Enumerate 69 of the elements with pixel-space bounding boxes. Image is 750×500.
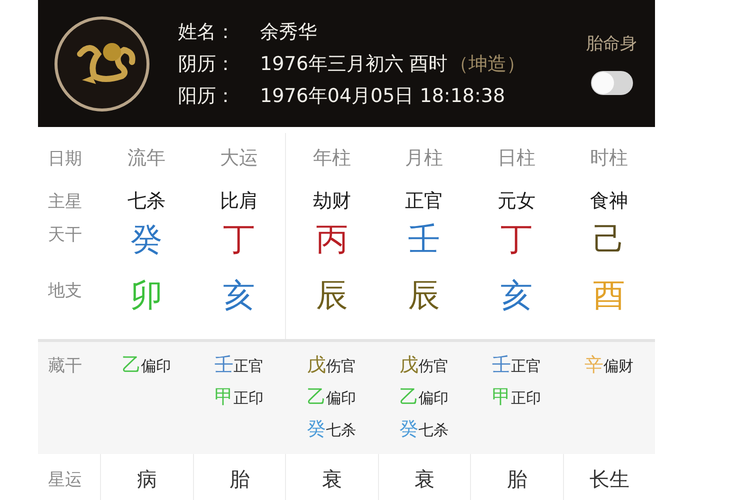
heavenly-stem: 丙: [316, 219, 348, 259]
heavenly-stem: 丁: [222, 219, 255, 259]
ten-god: 伤官: [326, 357, 356, 376]
hidden-stem: 乙: [306, 385, 326, 410]
row-label: 日期: [47, 148, 83, 170]
earthly-branch: 亥: [222, 275, 255, 315]
star-luck: 长生: [589, 466, 630, 492]
hidden-stem: 乙: [122, 353, 141, 378]
column-header: 时柱: [590, 146, 628, 171]
row-label: 地支: [47, 280, 83, 303]
ten-god: 伤官: [418, 357, 448, 376]
ten-god: 偏印: [326, 389, 356, 408]
hidden-stem: 壬: [492, 353, 511, 378]
star-luck: 病: [136, 466, 157, 492]
field-label: 姓名：: [178, 20, 236, 44]
main-star-label: 七杀: [127, 189, 166, 214]
earthly-branch: 酉: [592, 275, 625, 315]
hidden-stem: 乙: [399, 385, 418, 410]
ten-god: 偏印: [418, 389, 448, 408]
column-header: 流年: [127, 146, 166, 171]
column-header: 日柱: [497, 146, 536, 171]
column-header: 月柱: [404, 146, 443, 171]
field-label: 阳历：: [178, 84, 236, 108]
main-star-label: 元女: [497, 189, 536, 214]
row-label: 天干: [47, 224, 83, 247]
main-star-label: 劫财: [312, 189, 351, 214]
hidden-stem: 戊: [306, 353, 326, 378]
earthly-branch: 亥: [500, 275, 532, 315]
star-luck: 衰: [322, 466, 342, 492]
field-value: 1976年三月初六 酉时: [260, 52, 448, 76]
heavenly-stem: 癸: [130, 219, 162, 259]
main-star-label: 比肩: [220, 189, 258, 214]
ten-god: 偏印: [140, 357, 171, 376]
main-star-label: 食神: [590, 189, 628, 214]
hidden-stem: 甲: [214, 385, 234, 410]
main-star-label: 正官: [404, 189, 443, 214]
ten-god: 七杀: [418, 421, 448, 440]
heavenly-stem: 壬: [408, 219, 440, 259]
toggle-label: 胎命身: [586, 33, 637, 55]
hidden-stem: 戊: [399, 353, 418, 378]
ten-god: 七杀: [326, 421, 356, 440]
earthly-branch: 辰: [316, 275, 348, 315]
field-value: 1976年04月05日 18:18:38: [260, 84, 506, 108]
field-label: 阴历：: [178, 52, 236, 76]
hidden-stem: 辛: [584, 353, 604, 378]
heavenly-stem: 己: [592, 219, 625, 259]
star-luck: 胎: [506, 466, 527, 492]
ten-god: 正印: [233, 389, 264, 408]
star-luck: 衰: [414, 466, 434, 492]
ten-god: 正官: [510, 357, 541, 376]
toggle-switch[interactable]: [590, 71, 632, 95]
column-header: 大运: [220, 146, 258, 171]
earthly-branch: 辰: [408, 275, 440, 315]
earthly-branch: 卯: [130, 275, 162, 315]
hidden-stem: 癸: [399, 417, 418, 442]
star-luck: 胎: [229, 466, 250, 492]
row-label: 星运: [47, 468, 83, 492]
row-label: 藏干: [47, 355, 83, 378]
hidden-stem: 壬: [214, 353, 234, 378]
gender-note: （坤造）: [449, 52, 526, 76]
heavenly-stem: 丁: [500, 219, 532, 259]
column-header: 年柱: [312, 146, 351, 171]
row-label: 主星: [47, 190, 83, 214]
hidden-stem: 甲: [492, 385, 511, 410]
hidden-stem: 癸: [306, 417, 326, 442]
ten-god: 正官: [233, 357, 264, 376]
ten-god: 偏财: [603, 357, 634, 376]
field-value: 余秀华: [260, 20, 317, 44]
ten-god: 正印: [510, 389, 541, 408]
